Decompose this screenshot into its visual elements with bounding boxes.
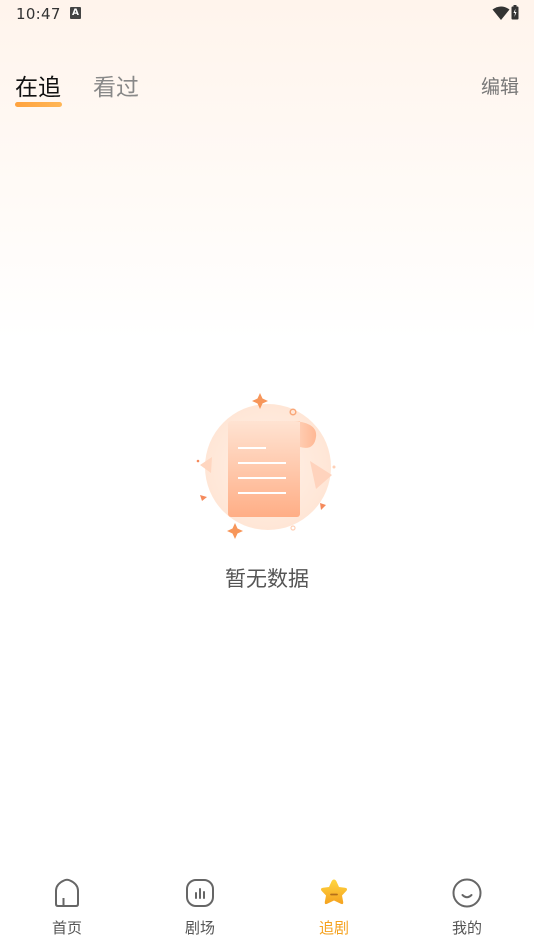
top-tabs: 在追 看过 编辑: [0, 60, 534, 116]
tab-following[interactable]: 在追: [15, 68, 61, 102]
wifi-icon: [492, 6, 510, 20]
nav-item-theater[interactable]: 剧场: [160, 877, 240, 942]
document-scroll-icon: [196, 393, 336, 539]
bottom-nav: 首页 剧场 追剧 我的: [0, 865, 534, 950]
nav-label-profile: 我的: [451, 919, 482, 937]
nav-label-following: 追剧: [318, 919, 349, 937]
empty-state-text: 暂无数据: [225, 567, 309, 591]
home-icon: [55, 878, 79, 907]
battery-icon: [511, 5, 519, 20]
nav-item-profile[interactable]: 我的: [427, 877, 507, 942]
nav-item-home[interactable]: 首页: [27, 877, 107, 942]
star-icon: [321, 879, 347, 905]
nav-item-following[interactable]: 追剧: [294, 877, 374, 942]
status-bar: 10:47 A: [0, 0, 534, 28]
tab-watched[interactable]: 看过: [93, 68, 139, 102]
profile-icon: [452, 878, 482, 908]
theater-icon: [186, 879, 214, 907]
active-tab-indicator: [15, 102, 62, 107]
edit-button[interactable]: 编辑: [481, 72, 519, 99]
header-background: [0, 0, 534, 340]
notification-a-icon: A: [70, 7, 81, 19]
status-time: 10:47: [16, 5, 61, 23]
nav-label-theater: 剧场: [184, 919, 215, 937]
nav-label-home: 首页: [51, 919, 82, 937]
